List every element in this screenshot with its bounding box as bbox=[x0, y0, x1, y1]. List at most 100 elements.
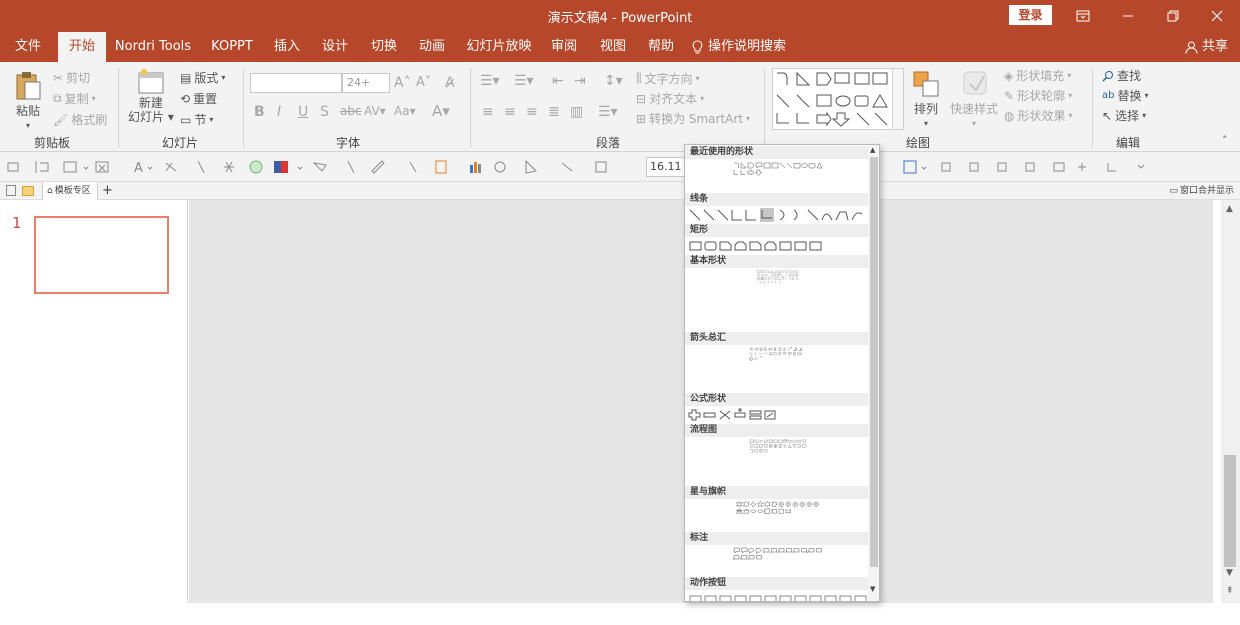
tab-file[interactable]: 文件 bbox=[4, 32, 52, 62]
previous-slide-icon[interactable]: ⇞ bbox=[1226, 586, 1234, 596]
columns-icon[interactable]: ☰▾ bbox=[598, 104, 618, 120]
line-spacing-icon[interactable]: ↕▾ bbox=[604, 73, 623, 89]
tab-insert[interactable]: 插入 bbox=[268, 32, 306, 62]
bullets-icon[interactable]: ☰▾ bbox=[480, 73, 500, 89]
tab-transitions[interactable]: 切换 bbox=[365, 32, 403, 62]
pencil-icon: ✎ bbox=[1004, 88, 1015, 103]
justify-icon[interactable]: ≣ bbox=[548, 104, 560, 120]
minimize-icon[interactable] bbox=[1105, 0, 1151, 32]
align-text-button[interactable]: ⊟ 对齐文本 ▾ bbox=[636, 90, 704, 107]
grow-font-icon[interactable]: A˄ bbox=[394, 75, 411, 91]
layout-label: 版式 bbox=[194, 71, 219, 85]
find-button[interactable]: 查找 bbox=[1102, 67, 1141, 84]
template-area-tab[interactable]: ⌂ 模板专区 bbox=[42, 182, 98, 200]
tab-home[interactable]: 开始 bbox=[58, 32, 106, 62]
numbering-icon[interactable]: ☰▾ bbox=[514, 73, 534, 89]
cut-button[interactable]: ✂ 剪切 bbox=[53, 69, 90, 86]
strikethrough-icon[interactable]: abc bbox=[340, 104, 362, 118]
distributed-icon[interactable]: ▥ bbox=[570, 104, 583, 120]
slides-group-label: 幻灯片 bbox=[162, 136, 199, 150]
font-color-icon[interactable]: A▾ bbox=[432, 102, 450, 120]
tab-koppt[interactable]: KOPPT bbox=[204, 32, 260, 62]
bold-icon[interactable]: B bbox=[254, 104, 265, 120]
gallery-scroll-down-icon[interactable]: ▼ bbox=[870, 585, 875, 593]
increase-indent-icon[interactable]: ⇥ bbox=[574, 73, 586, 89]
effects-icon: ◍ bbox=[1004, 108, 1015, 123]
convert-smartart-button[interactable]: ⊞ 转换为 SmartArt ▾ bbox=[636, 110, 750, 127]
text-direction-button[interactable]: ⫼ 文字方向 ▾ bbox=[636, 70, 700, 87]
equation-shapes-row[interactable] bbox=[688, 408, 868, 422]
gallery-scrollbar[interactable]: ▲ ▼ bbox=[868, 145, 879, 601]
collapse-ribbon-icon[interactable]: ˄ bbox=[1222, 134, 1228, 147]
tab-review[interactable]: 审阅 bbox=[545, 32, 583, 62]
slide-thumbnail[interactable] bbox=[34, 216, 169, 294]
quick-styles-button[interactable]: 快速样式 ▾ bbox=[950, 70, 998, 128]
copy-button[interactable]: ⧉ 复制 ▾ bbox=[53, 90, 96, 107]
new-document-icon[interactable] bbox=[6, 185, 16, 196]
gallery-scrollbar-thumb[interactable] bbox=[870, 157, 878, 567]
shape-effects-button[interactable]: ◍ 形状效果 ▾ bbox=[1004, 107, 1073, 124]
gallery-scroll-up-icon[interactable]: ▲ bbox=[870, 146, 875, 154]
shape-fill-button[interactable]: ◈ 形状填充 ▾ bbox=[1004, 67, 1071, 84]
replace-button[interactable]: ab 替换 ▾ bbox=[1102, 87, 1149, 104]
reset-button[interactable]: ⟲ 重置 bbox=[180, 90, 217, 107]
tab-slide-show[interactable]: 幻灯片放映 bbox=[464, 32, 534, 62]
layout-button[interactable]: ▤ 版式 ▾ bbox=[180, 69, 225, 86]
callouts-grid[interactable] bbox=[688, 547, 868, 561]
new-slide-label-1: 新建 bbox=[138, 96, 163, 110]
tab-view[interactable]: 视图 bbox=[594, 32, 632, 62]
action-buttons-row[interactable] bbox=[688, 592, 868, 602]
template-area-label: 模板专区 bbox=[54, 186, 91, 196]
format-painter-button[interactable]: 🖌 格式刷 bbox=[53, 111, 107, 128]
lines-row[interactable] bbox=[688, 208, 868, 222]
shapes-mini-gallery[interactable] bbox=[772, 68, 904, 130]
block-arrows-grid[interactable] bbox=[688, 347, 868, 361]
italic-icon[interactable]: I bbox=[277, 104, 281, 120]
align-right-icon[interactable]: ≡ bbox=[526, 104, 538, 120]
scroll-down-icon[interactable]: ▼ bbox=[1226, 568, 1233, 578]
align-left-icon[interactable]: ≡ bbox=[482, 104, 494, 120]
share-button[interactable]: 共享 bbox=[1185, 32, 1228, 62]
shapes-gallery-dropdown[interactable]: 最近使用的形状 线条 矩形 基本形状 箭头总汇 公式形状 流程图 星与旗帜 标注… bbox=[684, 144, 880, 602]
replace-icon: ab bbox=[1102, 90, 1115, 101]
vertical-scrollbar[interactable]: ▲ ▼ ⇞ bbox=[1221, 200, 1240, 603]
rectangles-row[interactable] bbox=[688, 239, 868, 253]
character-spacing-icon[interactable]: AV▾ bbox=[364, 104, 386, 118]
arrange-button[interactable]: 排列 ▾ bbox=[912, 70, 940, 128]
add-tab-icon[interactable]: + bbox=[102, 183, 113, 199]
ribbon-display-options-icon[interactable] bbox=[1060, 0, 1106, 32]
tab-design[interactable]: 设计 bbox=[316, 32, 354, 62]
zoom-input[interactable]: 16.11 bbox=[646, 157, 686, 177]
font-name-combo[interactable] bbox=[250, 73, 342, 93]
tell-me-search[interactable]: 操作说明搜索 bbox=[692, 32, 794, 62]
decrease-indent-icon[interactable]: ⇤ bbox=[552, 73, 564, 89]
change-case-icon[interactable]: Aa▾ bbox=[394, 104, 416, 118]
folder-icon[interactable] bbox=[22, 186, 34, 196]
close-icon[interactable] bbox=[1194, 0, 1240, 32]
flowchart-grid[interactable] bbox=[688, 439, 868, 453]
basic-shapes-grid[interactable] bbox=[688, 270, 868, 284]
shape-outline-button[interactable]: ✎ 形状轮廓 ▾ bbox=[1004, 87, 1072, 104]
new-slide-button[interactable]: 新建 幻灯片 ▾ bbox=[128, 68, 174, 124]
share-label: 共享 bbox=[1201, 39, 1228, 54]
clear-formatting-icon[interactable]: A̷ bbox=[445, 75, 455, 91]
select-button[interactable]: ↖ 选择 ▾ bbox=[1102, 107, 1146, 124]
section-button[interactable]: ▭ 节 ▾ bbox=[180, 111, 213, 128]
login-button[interactable]: 登录 bbox=[1009, 5, 1052, 25]
scrollbar-thumb[interactable] bbox=[1224, 455, 1236, 567]
underline-icon[interactable]: U bbox=[298, 104, 308, 120]
shadow-icon[interactable]: S bbox=[320, 104, 329, 120]
window-merge-toggle[interactable]: ▭ 窗口合并显示 bbox=[1169, 182, 1234, 200]
paste-button[interactable]: 粘贴 ▾ bbox=[14, 70, 42, 130]
tab-animations[interactable]: 动画 bbox=[413, 32, 451, 62]
recent-shapes-row[interactable] bbox=[688, 162, 868, 176]
tab-nordri-tools[interactable]: Nordri Tools bbox=[112, 32, 194, 62]
tab-help[interactable]: 帮助 bbox=[642, 32, 680, 62]
shrink-font-icon[interactable]: A˅ bbox=[416, 75, 431, 90]
stars-banners-grid[interactable] bbox=[688, 501, 868, 515]
font-size-combo[interactable]: 24+ bbox=[342, 73, 390, 93]
align-center-icon[interactable]: ≡ bbox=[504, 104, 516, 120]
shapes-gallery-scroll[interactable] bbox=[892, 68, 904, 130]
restore-icon[interactable] bbox=[1150, 0, 1196, 32]
scroll-up-icon[interactable]: ▲ bbox=[1226, 204, 1233, 214]
